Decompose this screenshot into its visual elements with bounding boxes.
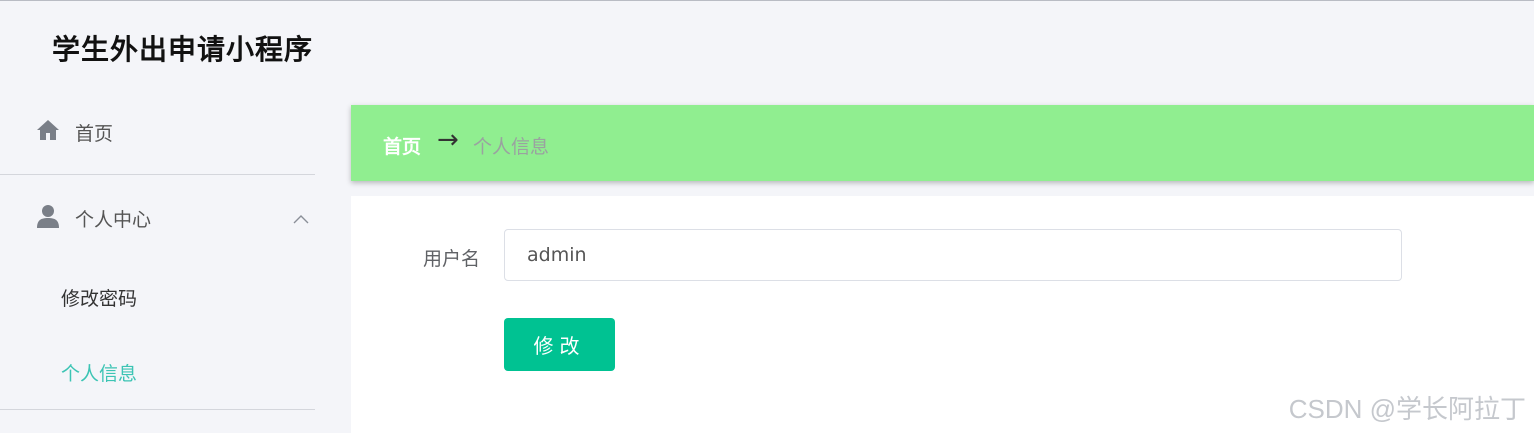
breadcrumb-separator: →: [437, 125, 459, 155]
sidebar-item-home[interactable]: 首页: [0, 116, 315, 148]
user-icon: [36, 204, 60, 233]
sidebar-divider: [0, 409, 315, 410]
sidebar-item-label: 首页: [75, 122, 114, 145]
sidebar-subitem-personal-info[interactable]: 个人信息: [61, 359, 137, 386]
breadcrumb-current: 个人信息: [473, 136, 550, 158]
home-icon: [36, 119, 60, 146]
sidebar-divider: [0, 174, 315, 175]
username-label: 用户名: [423, 248, 481, 270]
sidebar-item-personal-center[interactable]: 个人中心: [0, 202, 315, 234]
username-input[interactable]: [504, 229, 1402, 281]
sidebar: 首页 个人中心 修改密码 个人信息: [0, 92, 315, 433]
sidebar-item-label: 个人中心: [75, 208, 152, 231]
app-title: 学生外出申请小程序: [52, 33, 314, 66]
sidebar-subitem-change-password[interactable]: 修改密码: [61, 284, 137, 311]
top-border: [0, 0, 1534, 1]
submit-button[interactable]: 修改: [504, 318, 615, 371]
breadcrumb: 首页 → 个人信息: [351, 105, 1534, 181]
chevron-up-icon[interactable]: [293, 207, 309, 229]
watermark: CSDN @学长阿拉丁: [1288, 394, 1526, 424]
breadcrumb-home-link[interactable]: 首页: [383, 132, 421, 159]
